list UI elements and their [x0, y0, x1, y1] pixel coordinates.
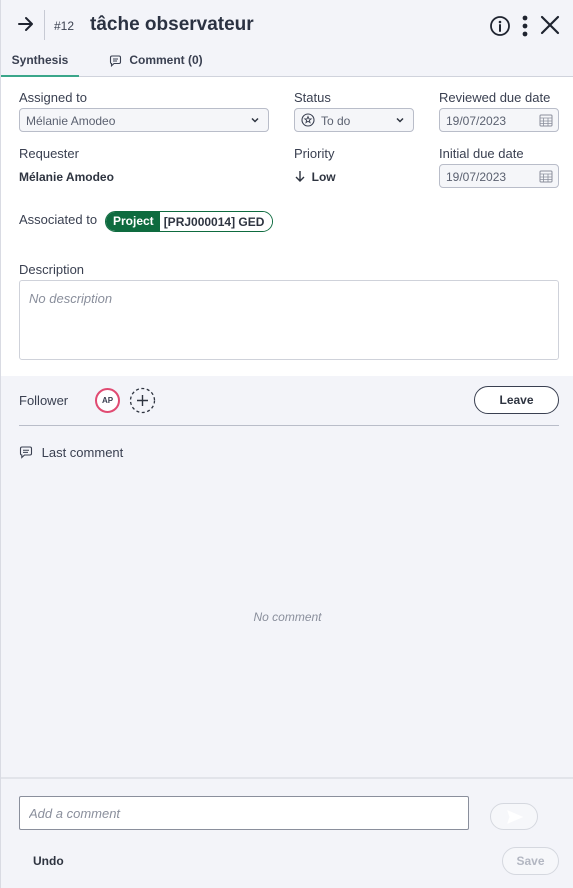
arrow-down-icon: [295, 171, 305, 182]
priority-label: Priority: [294, 146, 335, 161]
description-label: Description: [19, 262, 85, 277]
initial-due-date-value: 19/07/2023: [446, 170, 507, 184]
synthesis-section: Assigned to Mélanie Amodeo Status To do …: [1, 77, 573, 376]
chip-project-name: [PRJ000014] GED: [159, 212, 273, 231]
status-value: To do: [321, 114, 351, 128]
last-comment-heading: Last comment: [19, 445, 123, 460]
info-icon[interactable]: [489, 15, 511, 37]
divider: [19, 425, 559, 426]
comment-bubble-icon: [109, 55, 122, 68]
follower-label: Follower: [19, 393, 69, 408]
priority-value: Low: [311, 170, 336, 184]
chevron-down-icon: [251, 117, 259, 123]
chip-type-label: Project: [106, 212, 160, 231]
requester-label: Requester: [19, 146, 79, 161]
associated-project-chip[interactable]: Project [PRJ000014] GED: [105, 211, 274, 232]
associated-to-label: Associated to: [19, 212, 98, 227]
tab-synthesis[interactable]: Synthesis: [1, 53, 79, 77]
arrow-right-icon[interactable]: [15, 13, 37, 35]
avatar[interactable]: AP: [95, 388, 120, 413]
save-button[interactable]: Save: [502, 847, 559, 875]
reviewed-due-date-label: Reviewed due date: [439, 90, 551, 105]
page-title: tâche observateur: [90, 14, 254, 35]
reviewed-due-date-value: 19/07/2023: [446, 114, 507, 128]
assigned-to-select[interactable]: Mélanie Amodeo: [19, 108, 269, 132]
reviewed-due-date-field[interactable]: 19/07/2023: [439, 108, 559, 132]
task-detail-panel: #12 tâche observateur Synthesis Comment …: [0, 0, 573, 888]
tab-comment[interactable]: Comment (0): [109, 53, 203, 77]
description-placeholder: No description: [29, 291, 113, 306]
tab-comment-label: Comment (0): [129, 53, 203, 67]
tab-synthesis-label: Synthesis: [11, 53, 69, 67]
star-circle-icon: [301, 113, 315, 127]
comment-bubble-icon: [19, 446, 33, 459]
calendar-icon[interactable]: [539, 113, 553, 127]
panel-header: #12 tâche observateur: [1, 0, 573, 48]
initial-due-date-label: Initial due date: [439, 146, 524, 161]
close-icon[interactable]: [539, 14, 561, 36]
header-divider: [44, 10, 45, 40]
assigned-to-label: Assigned to: [19, 90, 87, 105]
status-select[interactable]: To do: [294, 108, 414, 132]
requester-value: Mélanie Amodeo: [19, 170, 114, 184]
comment-footer: Undo Save: [1, 777, 573, 888]
send-button[interactable]: [490, 803, 538, 830]
calendar-icon[interactable]: [539, 169, 553, 183]
leave-button[interactable]: Leave: [474, 386, 559, 414]
initial-due-date-field[interactable]: 19/07/2023: [439, 164, 559, 188]
no-comment-text: No comment: [253, 610, 322, 624]
description-field[interactable]: No description: [19, 280, 559, 360]
task-number: #12: [54, 19, 75, 33]
add-follower-icon[interactable]: [129, 387, 156, 414]
status-label: Status: [294, 90, 331, 105]
priority-value-group: Low: [294, 169, 336, 184]
assigned-to-value: Mélanie Amodeo: [26, 114, 116, 128]
chevron-down-icon: [396, 117, 404, 123]
tab-bar: Synthesis Comment (0): [1, 48, 573, 77]
undo-button[interactable]: Undo: [33, 854, 64, 868]
comment-input[interactable]: [19, 796, 469, 830]
last-comment-label: Last comment: [41, 445, 124, 460]
send-icon: [507, 810, 523, 824]
more-options-icon[interactable]: [516, 14, 534, 38]
